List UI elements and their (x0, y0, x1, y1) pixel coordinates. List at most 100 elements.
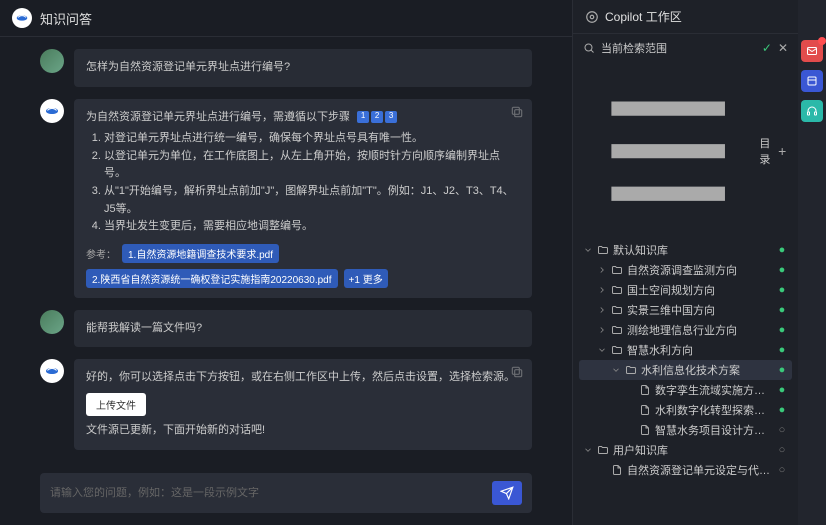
chevron-right-icon (597, 285, 607, 295)
chevron-right-icon (597, 325, 607, 335)
file-icon (611, 464, 623, 476)
user-avatar (40, 310, 64, 334)
status-icon: ● (776, 284, 788, 296)
chevron-down-icon (597, 345, 607, 355)
tree-label: 实景三维中国方向 (627, 302, 772, 318)
tree-file[interactable]: 数字孪生流域实施方案.docx ● (579, 380, 792, 400)
tree-folder[interactable]: 水利信息化技术方案 ● (579, 360, 792, 380)
folder-icon (611, 284, 623, 296)
folder-icon (611, 304, 623, 316)
bot-avatar (40, 359, 64, 383)
answer-intro: 为自然资源登记单元界址点进行编号，需遵循以下步骤 123 (86, 109, 520, 127)
steps-badge-icon: 123 (357, 111, 397, 123)
tree-file[interactable]: 智慧水务项目设计方案.txt ○ (579, 420, 792, 440)
chat-input[interactable] (50, 487, 482, 499)
chat-area: 怎样为自然资源登记单元界址点进行编号? 为自然资源登记单元界址点进行编号，需遵循… (0, 37, 572, 467)
directory-title: 目录 (759, 135, 770, 167)
tree-file[interactable]: 水利数字化转型探索与实践... ● (579, 400, 792, 420)
status-icon: ● (776, 324, 788, 336)
tree-label: 数字孪生流域实施方案.docx (655, 382, 772, 398)
chevron-down-icon (611, 365, 621, 375)
copy-icon[interactable] (510, 105, 524, 119)
reference-label: 参考： (86, 246, 116, 261)
add-button[interactable]: + (776, 143, 788, 159)
chevron-none-icon (625, 385, 635, 395)
tree-label: 水利信息化技术方案 (641, 362, 772, 378)
status-icon: ● (776, 344, 788, 356)
tree-folder[interactable]: 实景三维中国方向 ● (579, 300, 792, 320)
send-button[interactable] (492, 481, 522, 505)
main-header: 知识问答 (0, 0, 572, 37)
status-icon: ○ (776, 444, 788, 456)
status-icon: ● (776, 244, 788, 256)
rail-headset-button[interactable] (801, 100, 823, 122)
input-bar (40, 473, 532, 513)
file-icon (639, 384, 651, 396)
tree-label: 自然资源登记单元设定与代码编制... (627, 462, 772, 478)
tree-label: 国土空间规划方向 (627, 282, 772, 298)
list-icon (583, 66, 753, 236)
copilot-icon (585, 10, 599, 24)
folder-icon (597, 244, 609, 256)
side-panel: Copilot 工作区 当前检索范围 ✓ ✕ 目录 + 默认知识库●自然资源调查… (572, 0, 798, 525)
copy-icon[interactable] (510, 365, 524, 379)
tree-folder[interactable]: 国土空间规划方向 ● (579, 280, 792, 300)
tree-label: 智慧水务项目设计方案.txt (655, 422, 772, 438)
app-logo-icon (12, 8, 32, 28)
status-icon: ○ (776, 424, 788, 436)
message-user-2: 能帮我解读一篇文件吗? (40, 310, 532, 348)
references: 参考： 1.自然资源地籍调查技术要求.pdf 2.陕西省自然资源统一确权登记实施… (86, 244, 520, 288)
message-body: 好的，你可以选择点击下方按钮，或在右侧工作区中上传，然后点击设置，选择检索源。 … (74, 359, 532, 449)
message-body: 能帮我解读一篇文件吗? (74, 310, 532, 348)
step-item: 从"1"开始编号，解析界址点前加"J"，图解界址点前加"T"。例如：J1、J2、… (104, 183, 520, 218)
chevron-none-icon (597, 465, 607, 475)
message-bot-1: 为自然资源登记单元界址点进行编号，需遵循以下步骤 123 对登记单元界址点进行统… (40, 99, 532, 298)
upload-file-button[interactable]: 上传文件 (86, 393, 146, 416)
folder-icon (611, 324, 623, 336)
reference-more-button[interactable]: +1 更多 (344, 269, 388, 288)
answer-intro-text: 为自然资源登记单元界址点进行编号，需遵循以下步骤 (86, 111, 350, 123)
message-body: 怎样为自然资源登记单元界址点进行编号? (74, 49, 532, 87)
tree: 默认知识库●自然资源调查监测方向●国土空间规划方向●实景三维中国方向●测绘地理信… (573, 240, 798, 486)
tree-folder[interactable]: 默认知识库 ● (579, 240, 792, 260)
message-body: 为自然资源登记单元界址点进行编号，需遵循以下步骤 123 对登记单元界址点进行统… (74, 99, 532, 298)
tree-folder[interactable]: 用户知识库○ (579, 440, 792, 460)
rail-panel-button[interactable] (801, 70, 823, 92)
message-user-1: 怎样为自然资源登记单元界址点进行编号? (40, 49, 532, 87)
folder-icon (625, 364, 637, 376)
answer-line1: 好的，你可以选择点击下方按钮，或在右侧工作区中上传，然后点击设置，选择检索源。 (86, 369, 520, 387)
reference-link[interactable]: 2.陕西省自然资源统一确权登记实施指南20220630.pdf (86, 269, 338, 288)
tree-label: 水利数字化转型探索与实践... (655, 402, 772, 418)
status-icon: ● (776, 364, 788, 376)
user-avatar (40, 49, 64, 73)
message-bot-2: 好的，你可以选择点击下方按钮，或在右侧工作区中上传，然后点击设置，选择检索源。 … (40, 359, 532, 449)
answer-line2: 文件源已更新，下面开始新的对话吧! (86, 422, 520, 440)
message-text: 怎样为自然资源登记单元界址点进行编号? (86, 59, 520, 77)
folder-icon (611, 264, 623, 276)
tree-label: 默认知识库 (613, 242, 772, 258)
side-header: Copilot 工作区 (573, 0, 798, 34)
status-icon: ● (776, 264, 788, 276)
steps-list: 对登记单元界址点进行统一编号，确保每个界址点号具有唯一性。 以登记单元为单位，在… (86, 130, 520, 236)
notification-badge (818, 37, 826, 45)
directory-row: 目录 + (573, 62, 798, 240)
tree-folder[interactable]: 自然资源调查监测方向 ● (579, 260, 792, 280)
rail-notify-button[interactable] (801, 40, 823, 62)
tree-file[interactable]: 自然资源登记单元设定与代码编制...○ (579, 460, 792, 480)
chevron-right-icon (597, 265, 607, 275)
chevron-none-icon (625, 405, 635, 415)
step-item: 对登记单元界址点进行统一编号，确保每个界址点号具有唯一性。 (104, 130, 520, 148)
chevron-right-icon (597, 305, 607, 315)
close-icon[interactable]: ✕ (778, 41, 788, 55)
tree-folder[interactable]: 测绘地理信息行业方向● (579, 320, 792, 340)
status-icon: ● (776, 404, 788, 416)
status-icon: ● (776, 384, 788, 396)
app-title: 知识问答 (40, 9, 92, 28)
tree-label: 智慧水利方向 (627, 342, 772, 358)
status-icon: ● (776, 304, 788, 316)
reference-link[interactable]: 1.自然资源地籍调查技术要求.pdf (122, 244, 279, 263)
tree-folder[interactable]: 智慧水利方向 ● (579, 340, 792, 360)
folder-icon (597, 444, 609, 456)
tree-label: 自然资源调查监测方向 (627, 262, 772, 278)
chevron-down-icon (583, 245, 593, 255)
